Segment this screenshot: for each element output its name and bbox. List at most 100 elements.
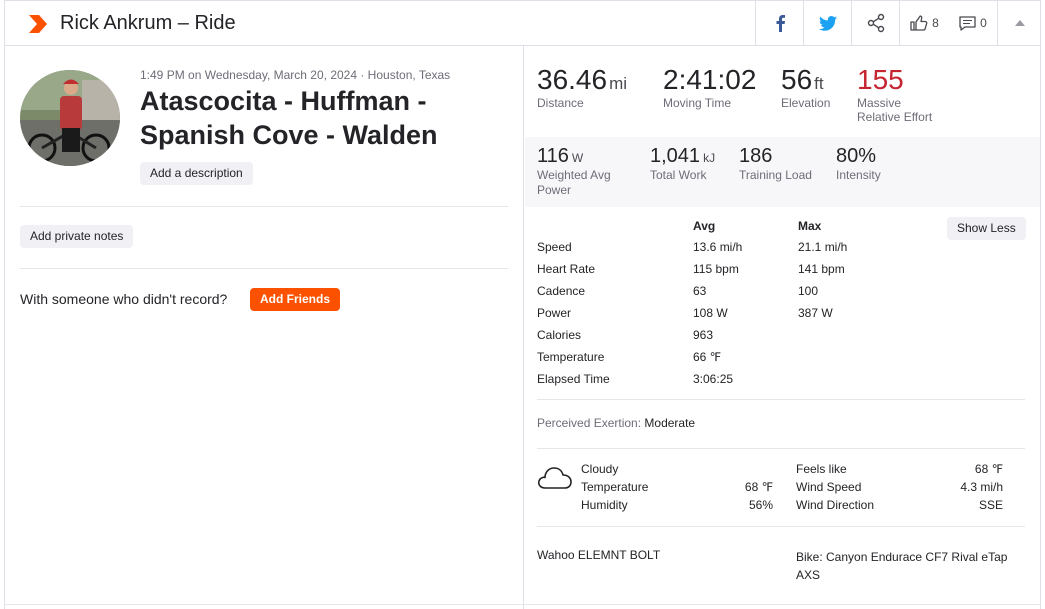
row-max: 387 W — [798, 306, 833, 320]
athlete-photo-icon — [20, 70, 120, 166]
row-label: Cadence — [537, 284, 586, 298]
perceived-exertion-value: Moderate — [644, 416, 696, 430]
stat-weighted-power: 116 W Weighted Avg Power — [537, 145, 611, 198]
total-work-label: Total Work — [650, 168, 707, 182]
stat-relative-effort[interactable]: 155 Massive Relative Effort — [857, 64, 932, 124]
weather-wind-direction-value: SSE — [978, 498, 1003, 512]
table-row: Calories 963 — [537, 328, 1027, 350]
twitter-icon — [818, 15, 837, 31]
cloud-icon — [537, 467, 572, 489]
relative-effort-level: Massive — [857, 96, 902, 110]
table-row: Heart Rate 115 bpm 141 bpm — [537, 262, 1027, 284]
row-label: Temperature — [537, 350, 605, 364]
row-avg: 108 W — [693, 306, 728, 320]
weather-wind-direction-label: Wind Direction — [796, 498, 875, 512]
chevron-up-icon — [1014, 20, 1025, 26]
add-description-button[interactable]: Add a description — [140, 162, 253, 185]
stat-distance: 36.46 mi Distance — [537, 64, 627, 110]
weighted-power-unit: W — [571, 151, 584, 165]
avg-column-header: Avg — [693, 219, 716, 233]
add-friends-button[interactable]: Add Friends — [250, 288, 341, 311]
activity-title: Atascocita - Huffman - Spanish Cove - Wa… — [140, 86, 438, 150]
thumbs-up-icon — [910, 15, 928, 31]
activity-stats-panel: 36.46 mi Distance 2:41:02 Moving Time 56 f… — [525, 46, 1040, 609]
row-avg: 63 — [693, 284, 707, 298]
facebook-icon — [776, 15, 785, 32]
moving-time-value: 2:41:02 — [663, 64, 757, 95]
add-private-notes-button[interactable]: Add private notes — [20, 225, 134, 248]
bottom-divider — [4, 604, 1041, 605]
weather-feels-like-label: Feels like — [796, 462, 847, 476]
comment-icon — [959, 15, 976, 31]
weather-condition: Cloudy — [581, 462, 619, 476]
show-less-button[interactable]: Show Less — [947, 217, 1026, 240]
intensity-label: Intensity — [836, 168, 881, 182]
row-label: Speed — [537, 240, 572, 254]
weather-feels-like-value: 68 ℉ — [974, 462, 1003, 476]
stat-training-load[interactable]: 186 Training Load — [739, 145, 812, 183]
total-work-unit: kJ — [703, 151, 716, 165]
activity-summary-panel: 1:49 PM on Wednesday, March 20, 2024 · H… — [4, 46, 524, 609]
row-avg: 963 — [693, 328, 714, 342]
weighted-power-label-2: Power — [537, 183, 572, 197]
perceived-exertion-label: Perceived Exertion: — [537, 416, 642, 430]
weighted-power-value: 116 — [537, 145, 569, 167]
athlete-avatar[interactable] — [20, 70, 120, 166]
stat-intensity[interactable]: 80% Intensity — [836, 145, 881, 183]
distance-label: Distance — [537, 96, 584, 110]
elevation-unit: ft — [814, 74, 824, 93]
training-load-value: 186 — [739, 145, 773, 167]
device-name: Wahoo ELEMNT BOLT — [537, 548, 661, 562]
row-avg: 3:06:25 — [693, 372, 734, 386]
row-max: 141 bpm — [798, 262, 845, 276]
share-icon — [867, 13, 884, 33]
activity-meta: 1:49 PM on Wednesday, March 20, 2024 · H… — [140, 68, 451, 82]
weighted-power-label-1: Weighted Avg — [537, 168, 611, 182]
facebook-share-button[interactable] — [755, 1, 803, 45]
weather-humidity-label: Humidity — [581, 498, 628, 512]
divider — [537, 448, 1025, 449]
table-row: Cadence 63 100 — [537, 284, 1027, 306]
moving-time-label: Moving Time — [663, 96, 732, 110]
table-row: Power 108 W 387 W — [537, 306, 1027, 328]
distance-value: 36.46 — [537, 64, 608, 95]
table-row: Elapsed Time 3:06:25 — [537, 372, 1027, 394]
secondary-stats: 116 W Weighted Avg Power 1,041 kJ Total Wo… — [525, 137, 1040, 207]
comments-count: 0 — [980, 16, 987, 30]
row-label: Elapsed Time — [537, 372, 610, 386]
table-row: Speed 13.6 mi/h 21.1 mi/h — [537, 240, 1027, 262]
activity-header: Rick Ankrum – Ride 8 0 — [4, 0, 1041, 46]
relative-effort-value: 155 — [857, 64, 904, 95]
twitter-share-button[interactable] — [803, 1, 851, 45]
share-button[interactable] — [851, 1, 899, 45]
comments-button[interactable]: 0 — [949, 1, 997, 45]
strava-logo-icon[interactable] — [27, 13, 49, 35]
row-label: Power — [537, 306, 572, 320]
training-load-label: Training Load — [739, 168, 812, 182]
row-max: 21.1 mi/h — [798, 240, 848, 254]
stat-moving-time: 2:41:02 Moving Time — [663, 64, 756, 110]
kudos-button[interactable]: 8 — [899, 1, 949, 45]
bike-name[interactable]: Bike: Canyon Endurace CF7 Rival eTap AXS — [796, 548, 1026, 584]
row-max: 100 — [798, 284, 819, 298]
kudos-count: 8 — [932, 16, 939, 30]
stat-elevation: 56 ft Elevation — [781, 64, 830, 110]
intensity-value: 80% — [836, 145, 877, 167]
collapse-header-button[interactable] — [997, 1, 1041, 45]
elevation-label: Elevation — [781, 96, 831, 110]
weather-humidity-value: 56% — [748, 498, 773, 512]
total-work-value: 1,041 — [650, 145, 701, 167]
row-label: Heart Rate — [537, 262, 596, 276]
row-avg: 13.6 mi/h — [693, 240, 743, 254]
table-row: Temperature 66 ℉ — [537, 350, 1027, 372]
elevation-value: 56 — [781, 64, 813, 95]
divider — [537, 526, 1025, 527]
weather-wind-speed-value: 4.3 mi/h — [960, 480, 1003, 494]
weather-temperature-value: 68 ℉ — [744, 480, 773, 494]
divider — [20, 206, 508, 207]
perceived-exertion: Perceived Exertion: Moderate — [537, 416, 695, 430]
max-column-header: Max — [798, 219, 822, 233]
row-avg: 115 bpm — [693, 262, 739, 276]
weather-temperature-label: Temperature — [581, 480, 649, 494]
divider — [537, 399, 1025, 400]
